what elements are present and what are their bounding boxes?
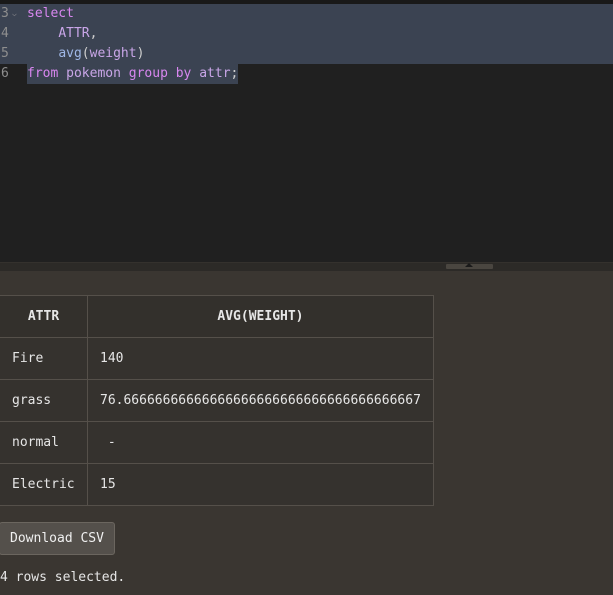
cell-attr: Electric [0, 463, 88, 506]
sql-editor[interactable]: 3 ⌵ select 4 ATTR, 5 avg(weight) 6 from … [0, 0, 613, 263]
line-number: 5 [1, 46, 9, 61]
code-token: ; [230, 66, 239, 81]
line-number: 6 [1, 66, 9, 81]
cell-avg-weight: - [87, 421, 434, 464]
code-line-3[interactable]: 3 ⌵ select [0, 4, 613, 24]
code-token: attr [191, 66, 231, 81]
code-token: ( [81, 46, 90, 61]
code-line-6[interactable]: 6 from pokemon group by attr; [0, 64, 613, 84]
code-line-4[interactable]: 4 ATTR, [0, 24, 613, 44]
status-message: 4 rows selected. [0, 570, 126, 585]
code-token: pokemon [58, 66, 129, 81]
table-header-row: ATTR AVG(WEIGHT) [0, 295, 434, 338]
table-row: grass 76.6666666666666666666666666666666… [0, 379, 434, 422]
code-text: from pokemon group by attr; [27, 64, 239, 84]
code-token: group by [128, 66, 192, 81]
code-line-5[interactable]: 5 avg(weight) [0, 44, 613, 64]
collapse-arrow-icon[interactable] [465, 263, 473, 267]
code-text: select [27, 4, 74, 24]
download-csv-button[interactable]: Download CSV [0, 522, 115, 555]
cell-avg-weight: 15 [87, 463, 434, 506]
code-token: avg [58, 46, 82, 61]
code-token: select [27, 6, 74, 21]
code-text: avg(weight) [27, 44, 144, 64]
panel-splitter[interactable] [0, 262, 613, 271]
code-token: ) [136, 46, 145, 61]
code-text: ATTR, [27, 24, 97, 44]
table-row: Fire 140 [0, 337, 434, 380]
line-number: 4 [1, 26, 9, 41]
cell-attr: Fire [0, 337, 88, 380]
table-row: normal - [0, 421, 434, 464]
code-token: weight [89, 46, 137, 61]
fold-arrow-icon[interactable]: ⌵ [12, 9, 17, 19]
code-token: from [27, 66, 59, 81]
column-header-attr[interactable]: ATTR [0, 295, 88, 338]
cell-avg-weight: 76.6666666666666666666666666666666666666… [87, 379, 434, 422]
cell-avg-weight: 140 [87, 337, 434, 380]
table-row: Electric 15 [0, 463, 434, 506]
code-token: , [89, 26, 98, 41]
column-header-avg-weight[interactable]: AVG(WEIGHT) [87, 295, 434, 338]
cell-attr: grass [0, 379, 88, 422]
code-token: ATTR [58, 26, 90, 41]
results-table: ATTR AVG(WEIGHT) Fire 140 grass 76.66666… [0, 295, 434, 506]
cell-attr: normal [0, 421, 88, 464]
